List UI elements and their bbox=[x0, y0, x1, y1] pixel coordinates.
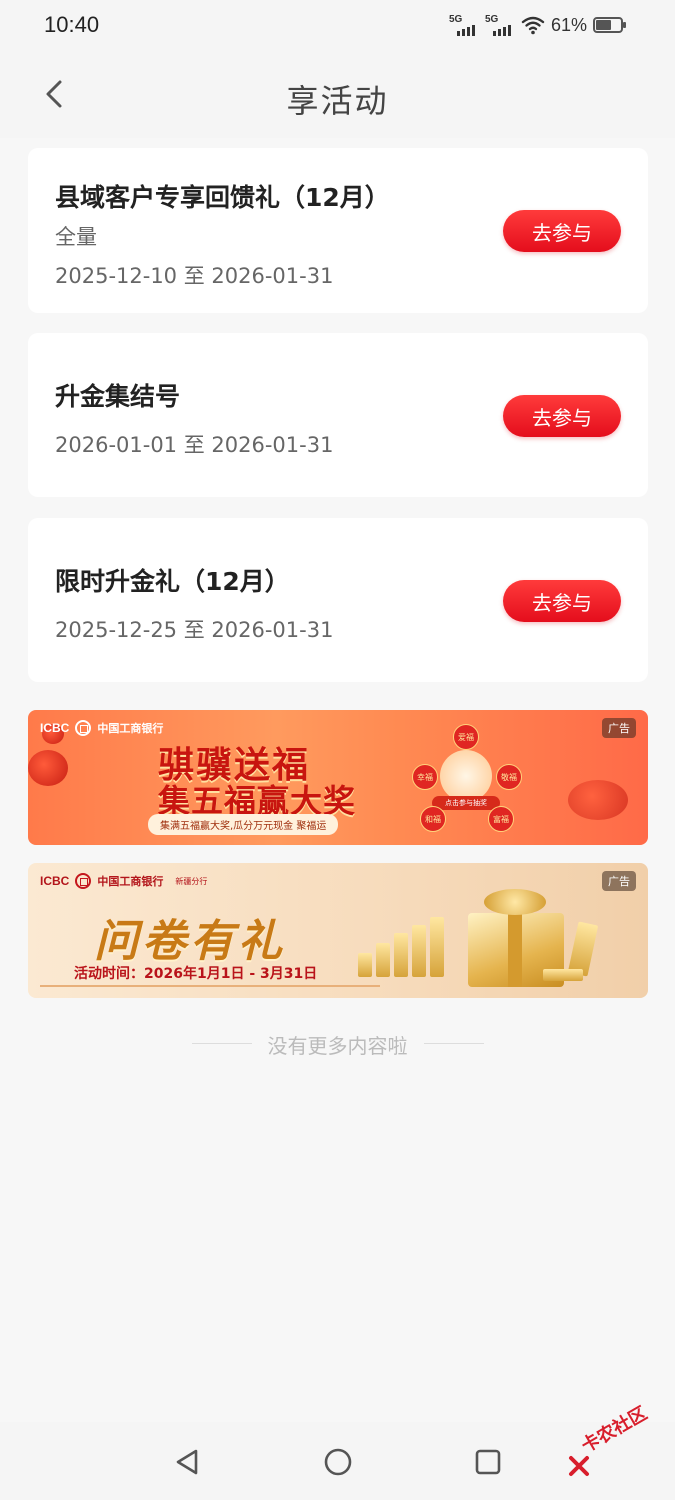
fu-badge: 幸福 bbox=[412, 764, 438, 790]
battery-percent: 61% bbox=[550, 14, 587, 35]
icbc-logo: ICBC 中国工商银行 bbox=[40, 720, 164, 736]
activity-title: 限时升金礼（12月） bbox=[55, 567, 290, 596]
promo-banner-five-fortunes[interactable]: ICBC 中国工商银行 广告 骐骥送福 集五福赢大奖 集满五福赢大奖,瓜分万元现… bbox=[28, 710, 648, 845]
activity-card[interactable]: 县域客户专享回馈礼（12月） 全量 2025-12-10 至 2026-01-3… bbox=[28, 148, 648, 313]
battery-fill bbox=[596, 20, 611, 30]
status-icons: 5G 5G 61% bbox=[449, 14, 626, 36]
join-button[interactable]: 去参与 bbox=[503, 395, 621, 437]
join-button[interactable]: 去参与 bbox=[503, 210, 621, 252]
no-more-text: 没有更多内容啦 bbox=[267, 1034, 408, 1058]
square-recents-icon bbox=[475, 1449, 501, 1475]
icbc-seal-icon bbox=[75, 720, 92, 736]
activity-date: 2026-01-01 至 2026-01-31 bbox=[55, 433, 334, 457]
status-bar: 10:40 5G 5G 61% bbox=[0, 0, 675, 52]
activity-card[interactable]: 升金集结号 2026-01-01 至 2026-01-31 去参与 bbox=[28, 333, 648, 497]
fu-badge: 和福 bbox=[420, 806, 446, 832]
banner-headline: 问卷有礼 bbox=[94, 916, 286, 967]
mascot-icon bbox=[440, 750, 492, 802]
ad-tag: 广告 bbox=[602, 871, 636, 891]
banner-time: 活动时间：2026年1月1日 - 3月31日 bbox=[74, 966, 318, 982]
activity-date: 2025-12-10 至 2026-01-31 bbox=[55, 264, 334, 288]
watermark-logo-icon bbox=[569, 1456, 589, 1476]
nav-home-button[interactable] bbox=[318, 1442, 358, 1482]
nav-back-button[interactable] bbox=[168, 1442, 208, 1482]
activity-title: 升金集结号 bbox=[55, 382, 181, 411]
gold-bar-decoration bbox=[376, 943, 390, 977]
lantern-decoration bbox=[568, 780, 628, 820]
gold-bar-decoration bbox=[543, 969, 583, 981]
promo-banner-survey[interactable]: ICBC 中国工商银行 新疆分行 广告 问卷有礼 活动时间：2026年1月1日 … bbox=[28, 863, 648, 998]
status-time: 10:40 bbox=[44, 12, 100, 37]
gold-bar-decoration bbox=[412, 925, 426, 977]
banner-subline: 集满五福赢大奖,瓜分万元现金 聚福运 bbox=[148, 814, 339, 835]
fu-badge: 爱福 bbox=[453, 724, 479, 750]
wifi-icon bbox=[521, 16, 545, 35]
gold-bar-decoration bbox=[358, 953, 372, 977]
divider bbox=[40, 985, 380, 987]
activity-date: 2025-12-25 至 2026-01-31 bbox=[55, 618, 334, 642]
fortune-ring: 点击参与抽奖 爱福 幸福 敬福 和福 富福 bbox=[406, 724, 526, 834]
signal-5g-icon: 5G bbox=[449, 14, 479, 36]
fu-badge: 敬福 bbox=[496, 764, 522, 790]
battery-icon bbox=[593, 17, 626, 33]
activity-title: 县域客户专享回馈礼（12月） bbox=[55, 183, 390, 212]
lantern-decoration bbox=[28, 750, 68, 786]
circle-home-icon bbox=[324, 1448, 352, 1476]
gold-bar-decoration bbox=[394, 933, 408, 977]
activity-card[interactable]: 限时升金礼（12月） 2025-12-25 至 2026-01-31 去参与 bbox=[28, 518, 648, 682]
fu-badge: 富福 bbox=[488, 806, 514, 832]
join-button[interactable]: 去参与 bbox=[503, 580, 621, 622]
watermark: 卡农社区 bbox=[567, 1403, 667, 1484]
divider bbox=[424, 1043, 484, 1044]
icbc-seal-icon bbox=[75, 873, 92, 889]
gift-bow bbox=[484, 889, 546, 915]
watermark-text: 卡农社区 bbox=[578, 1402, 651, 1458]
gold-bar-decoration bbox=[430, 917, 444, 977]
activity-scope: 全量 bbox=[55, 225, 97, 249]
triangle-back-icon bbox=[176, 1449, 198, 1475]
page-title: 享活动 bbox=[286, 82, 389, 120]
lottery-button[interactable]: 点击参与抽奖 bbox=[432, 796, 500, 810]
ad-tag: 广告 bbox=[602, 718, 636, 738]
nav-recents-button[interactable] bbox=[468, 1442, 508, 1482]
gift-ribbon bbox=[508, 903, 522, 987]
app-header: 享活动 bbox=[0, 52, 675, 138]
icbc-logo: ICBC 中国工商银行 新疆分行 bbox=[40, 873, 208, 889]
signal-5g-icon: 5G bbox=[485, 14, 515, 36]
